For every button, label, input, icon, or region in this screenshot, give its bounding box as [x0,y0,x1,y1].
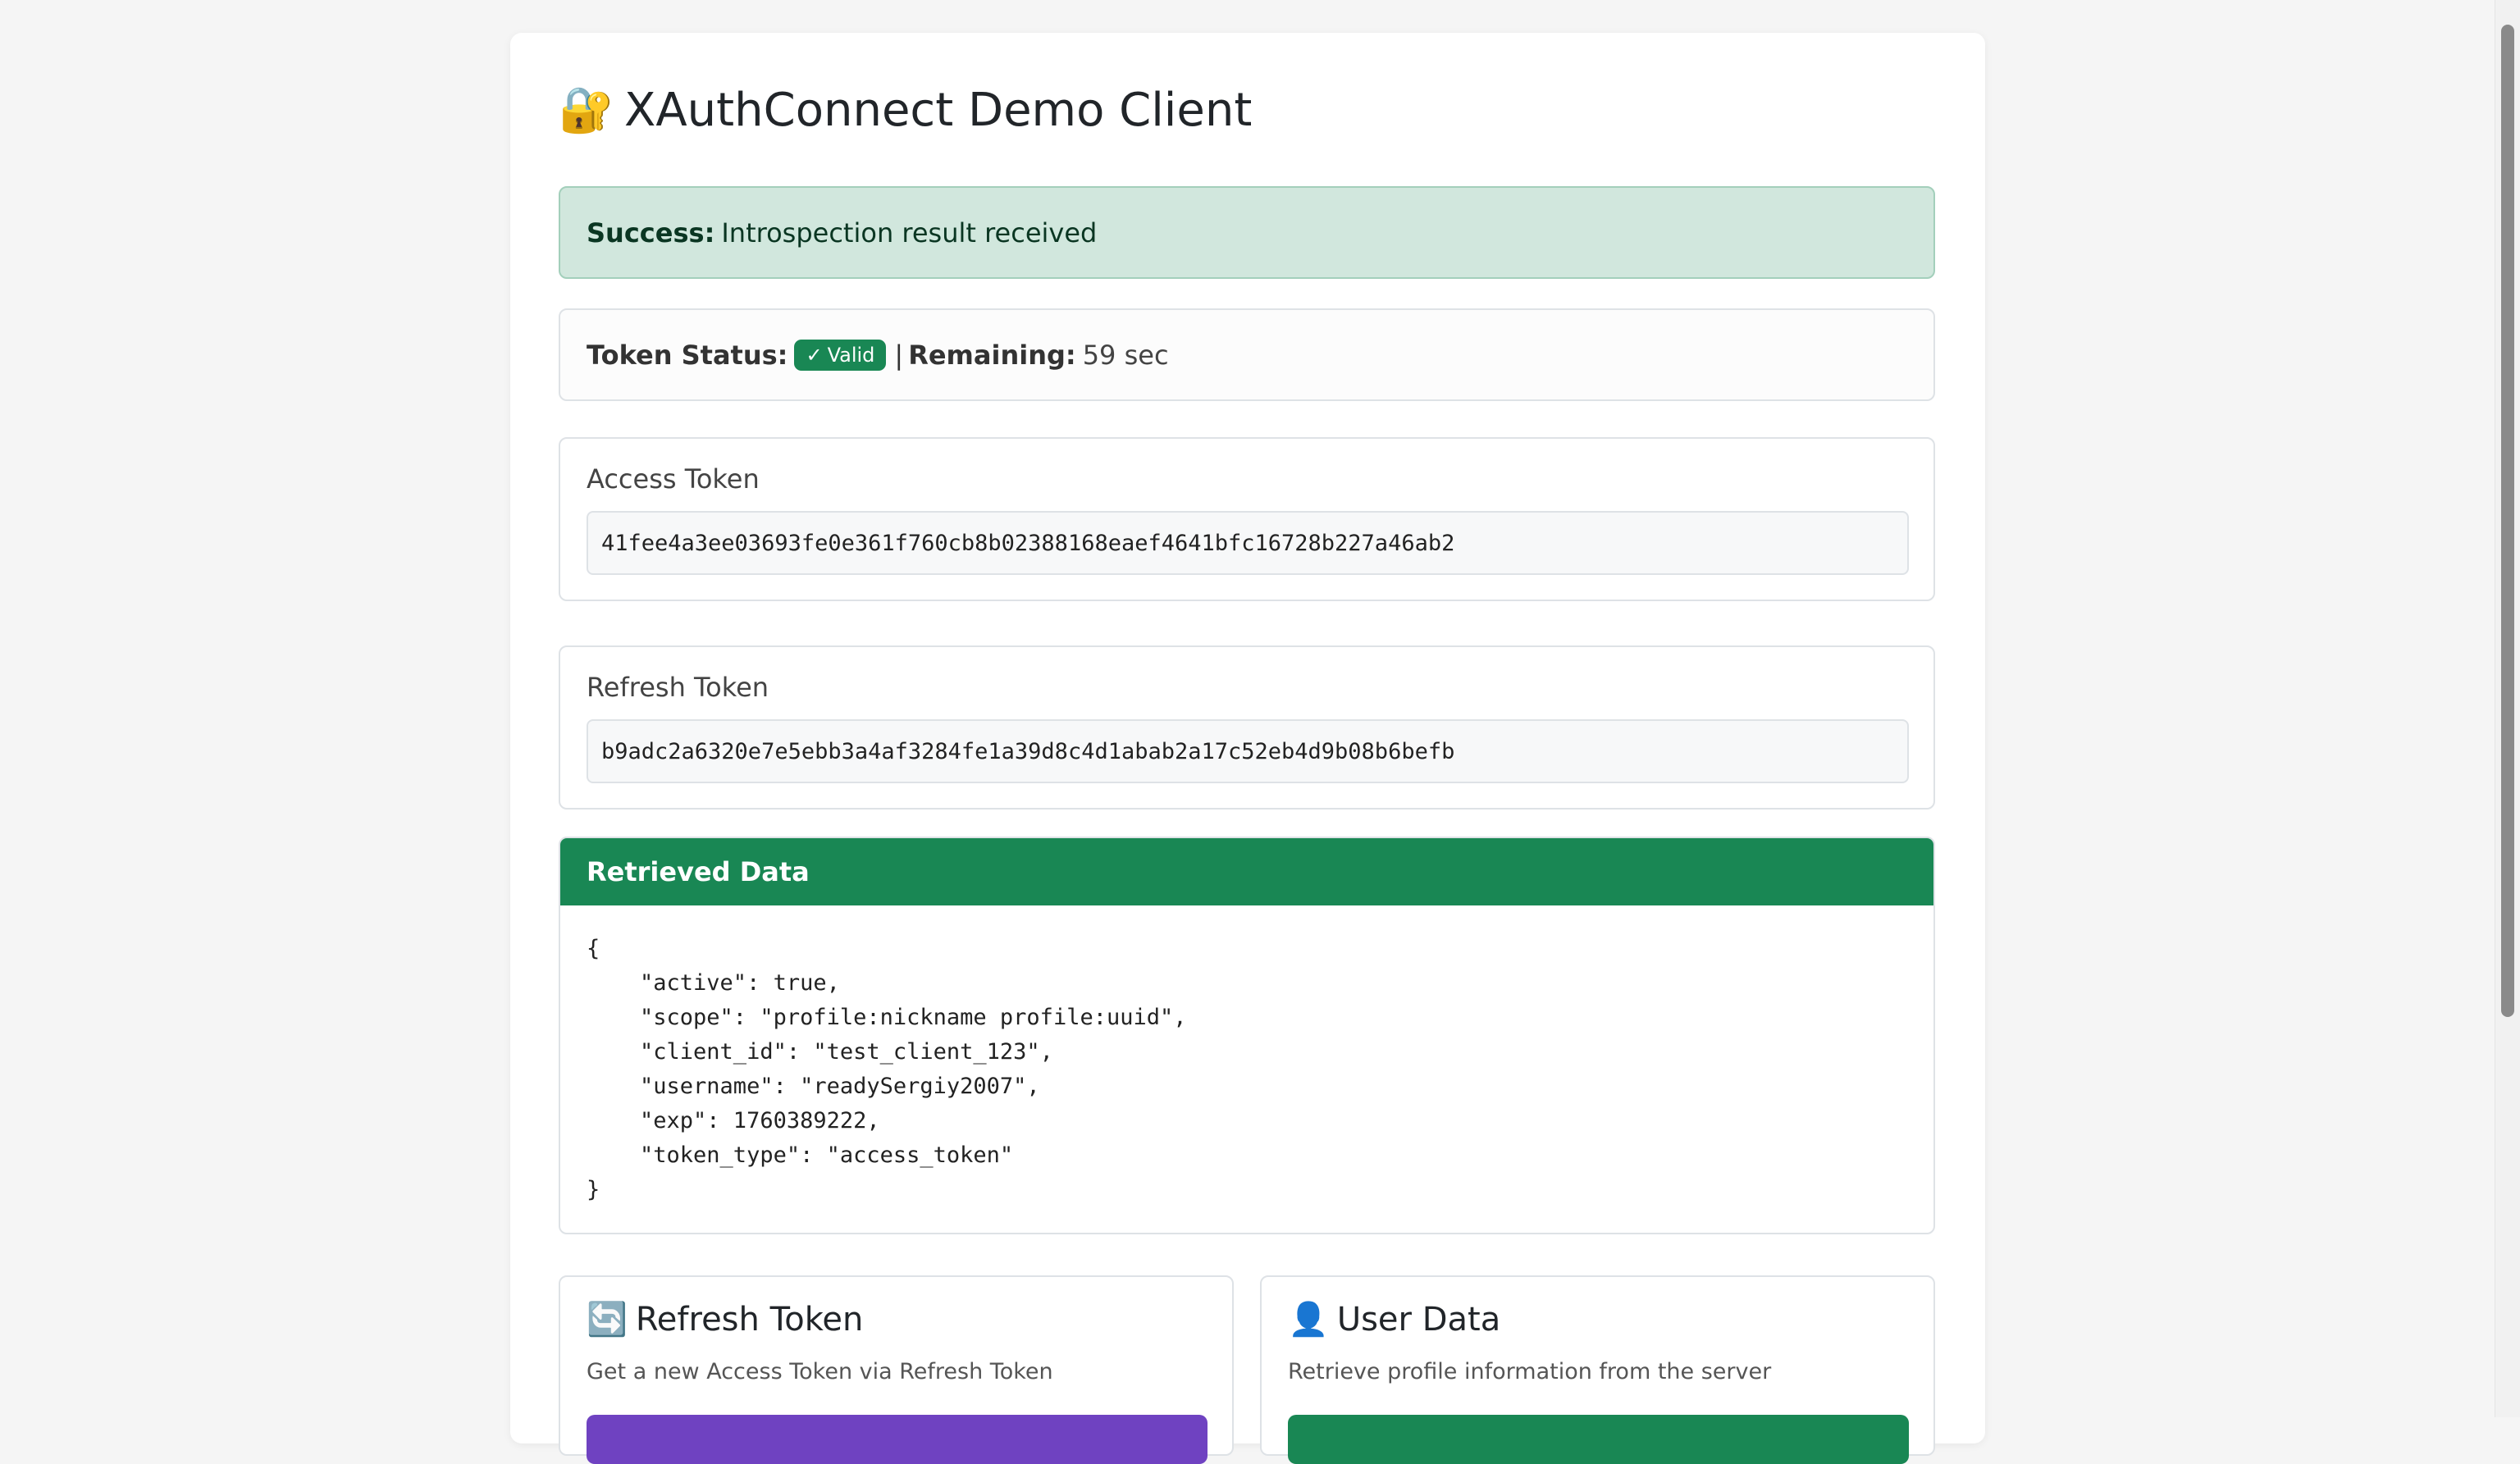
alert-message: Introspection result received [721,217,1098,249]
refresh-action-title: 🔄 Refresh Token [587,1300,863,1339]
success-alert: Success: Introspection result received [559,186,1935,279]
retrieved-data-header: Retrieved Data [560,838,1933,905]
separator: | [894,339,904,371]
refresh-token-label: Refresh Token [587,672,769,703]
refresh-token-card: Refresh Token b9adc2a6320e7e5ebb3a4af328… [559,645,1935,810]
user-action-title: 👤 User Data [1288,1300,1500,1339]
alert-label: Success: [587,217,715,249]
status-badge-text: Valid [827,343,875,367]
scrollbar[interactable] [2495,0,2520,1417]
refresh-action-description: Get a new Access Token via Refresh Token [587,1359,1053,1384]
access-token-card: Access Token 41fee4a3ee03693fe0e361f760c… [559,437,1935,601]
remaining-label: Remaining: [908,339,1076,371]
refresh-token-button[interactable] [587,1415,1208,1464]
access-token-field[interactable]: 41fee4a3ee03693fe0e361f760cb8b02388168ea… [587,511,1909,575]
user-action-title-text: User Data [1336,1300,1501,1339]
refresh-token-field[interactable]: b9adc2a6320e7e5ebb3a4af3284fe1a39d8c4d1a… [587,719,1909,783]
user-action-description: Retrieve profile information from the se… [1288,1359,1772,1384]
lock-icon: 🔐 [559,84,614,135]
token-status-label: Token Status: [587,339,788,371]
retrieved-data-card: Retrieved Data { "active": true, "scope"… [559,837,1935,1234]
user-icon: 👤 [1288,1301,1329,1339]
page-title: 🔐 XAuthConnect Demo Client [559,77,1252,143]
refresh-icon: 🔄 [587,1301,628,1339]
scrollbar-thumb[interactable] [2501,25,2514,1017]
remaining-value: 59 sec [1082,339,1169,371]
token-status-card: Token Status: ✓ Valid | Remaining: 59 se… [559,308,1935,401]
refresh-token-action-card: 🔄 Refresh Token Get a new Access Token v… [559,1275,1234,1464]
refresh-action-title-text: Refresh Token [635,1300,864,1339]
user-data-action-card: 👤 User Data Retrieve profile information… [1260,1275,1935,1464]
user-data-button[interactable] [1288,1415,1909,1464]
check-icon: ✓ [806,343,823,367]
access-token-label: Access Token [587,463,760,495]
retrieved-json: { "active": true, "scope": "profile:nick… [587,936,1187,1202]
page-title-text: XAuthConnect Demo Client [624,83,1253,137]
status-badge: ✓ Valid [794,339,887,371]
